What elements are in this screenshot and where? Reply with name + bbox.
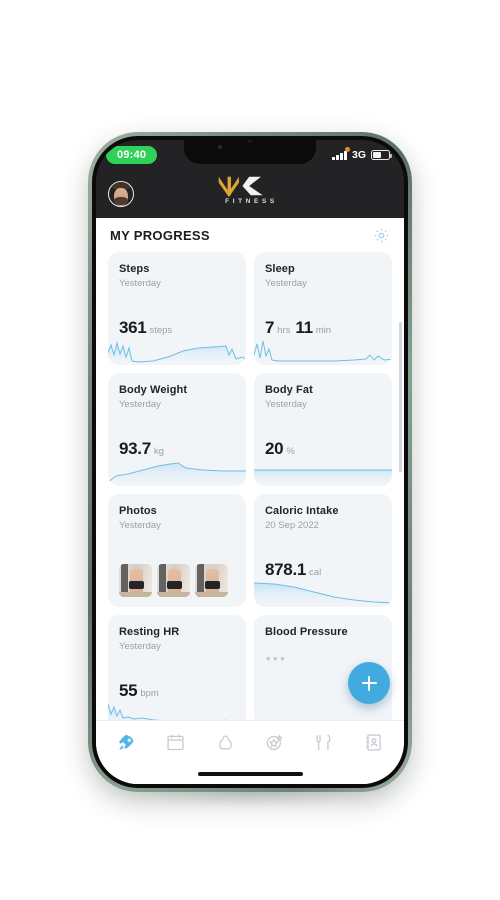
app-content: MY PROGRESS Steps Yesterday 361 steps Sl… bbox=[96, 218, 404, 784]
card-body-fat[interactable]: Body Fat Yesterday 20 % bbox=[254, 373, 392, 486]
battery-icon bbox=[371, 150, 392, 160]
phone-screen: 09:40 3G FITNESS MY PROGRESS Steps Yeste… bbox=[96, 140, 404, 784]
tab-achievements[interactable] bbox=[262, 730, 288, 756]
sparkline-chart bbox=[108, 462, 246, 486]
photo-thumbnail[interactable] bbox=[195, 564, 228, 597]
card-title: Sleep bbox=[265, 263, 295, 275]
title-bar: MY PROGRESS bbox=[96, 218, 404, 252]
card-title: Steps bbox=[119, 263, 150, 275]
card-subtitle: Yesterday bbox=[119, 399, 161, 410]
tab-contacts[interactable] bbox=[360, 730, 386, 756]
bottom-tab-bar bbox=[96, 720, 404, 764]
card-subtitle: Yesterday bbox=[119, 278, 161, 289]
calendar-icon bbox=[167, 734, 185, 751]
card-resting-hr[interactable]: Resting HR Yesterday 55 bpm bbox=[108, 615, 246, 720]
home-indicator[interactable] bbox=[197, 772, 303, 776]
sparkline-chart bbox=[254, 340, 392, 362]
card-title: Blood Pressure bbox=[265, 626, 348, 638]
empty-state-placeholder: ••• bbox=[266, 651, 288, 666]
photo-thumbnails[interactable] bbox=[119, 564, 228, 597]
tab-calendar[interactable] bbox=[163, 730, 189, 756]
phone-bezel: 09:40 3G FITNESS MY PROGRESS Steps Yeste… bbox=[92, 136, 408, 788]
network-type-label: 3G bbox=[351, 149, 366, 161]
home-indicator-area bbox=[96, 764, 404, 784]
card-title: Photos bbox=[119, 505, 157, 517]
sparkline-chart bbox=[254, 469, 392, 486]
card-body-weight[interactable]: Body Weight Yesterday 93.7 kg bbox=[108, 373, 246, 486]
phone-notch bbox=[184, 140, 316, 164]
tab-nutrition[interactable] bbox=[311, 730, 337, 756]
vertical-scrollbar[interactable] bbox=[399, 322, 402, 472]
sparkline-chart bbox=[108, 703, 227, 720]
card-photos[interactable]: Photos Yesterday bbox=[108, 494, 246, 607]
notch-sensor bbox=[218, 145, 222, 149]
contact-card-icon bbox=[365, 734, 381, 751]
card-subtitle: 20 Sep 2022 bbox=[265, 520, 319, 531]
fork-knife-icon bbox=[317, 734, 331, 750]
card-title: Caloric Intake bbox=[265, 505, 339, 517]
tab-dashboard[interactable] bbox=[114, 730, 140, 756]
card-title: Body Fat bbox=[265, 384, 313, 396]
mk-logo-icon bbox=[218, 176, 263, 197]
gear-icon[interactable] bbox=[373, 227, 390, 244]
photo-thumbnail[interactable] bbox=[119, 564, 152, 597]
kettlebell-icon bbox=[219, 735, 232, 750]
brand-logo: FITNESS bbox=[214, 175, 287, 206]
cards-scroll-area[interactable]: Steps Yesterday 361 steps Sleep Yesterda… bbox=[96, 252, 404, 720]
photo-thumbnail[interactable] bbox=[157, 564, 190, 597]
star-badge-icon bbox=[266, 734, 283, 751]
signal-bars-icon bbox=[332, 150, 347, 160]
screenshot-stage: 09:40 3G FITNESS MY PROGRESS Steps Yeste… bbox=[0, 0, 500, 900]
phone-frame: 09:40 3G FITNESS MY PROGRESS Steps Yeste… bbox=[88, 132, 412, 792]
page-title: MY PROGRESS bbox=[110, 227, 210, 243]
avatar[interactable] bbox=[108, 181, 134, 207]
rocket-icon bbox=[119, 734, 134, 750]
tab-workouts[interactable] bbox=[212, 730, 238, 756]
card-steps[interactable]: Steps Yesterday 361 steps bbox=[108, 252, 246, 365]
card-subtitle: Yesterday bbox=[265, 399, 307, 410]
card-title: Body Weight bbox=[119, 384, 188, 396]
card-subtitle: Yesterday bbox=[265, 278, 307, 289]
brand-tagline: FITNESS bbox=[225, 198, 278, 205]
card-title: Resting HR bbox=[119, 626, 180, 638]
card-subtitle: Yesterday bbox=[119, 641, 161, 652]
card-sleep[interactable]: Sleep Yesterday 7 hrs 11 min bbox=[254, 252, 392, 365]
sparkline-chart bbox=[108, 341, 246, 365]
add-entry-button[interactable] bbox=[348, 662, 390, 704]
sparkline-chart bbox=[254, 582, 392, 607]
card-subtitle: Yesterday bbox=[119, 520, 161, 531]
metrics-grid: Steps Yesterday 361 steps Sleep Yesterda… bbox=[108, 252, 392, 720]
status-time-pill[interactable]: 09:40 bbox=[106, 146, 158, 164]
app-header: FITNESS bbox=[96, 170, 404, 218]
front-camera bbox=[247, 140, 253, 143]
status-indicators: 3G bbox=[332, 149, 392, 161]
privacy-indicator-dot bbox=[345, 147, 350, 152]
card-caloric-intake[interactable]: Caloric Intake 20 Sep 2022 878.1 cal bbox=[254, 494, 392, 607]
